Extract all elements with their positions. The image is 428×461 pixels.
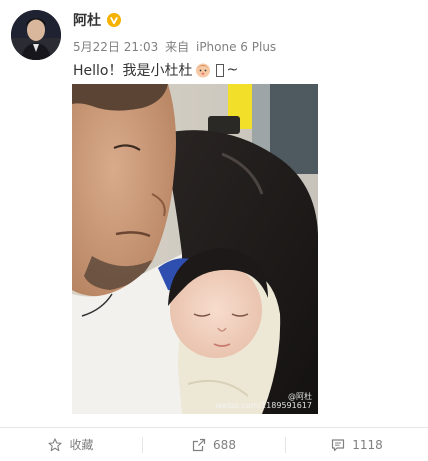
baby-emoji-icon xyxy=(195,63,210,78)
avatar-image xyxy=(11,10,61,60)
post-photo xyxy=(72,84,318,414)
watermark-line2: weibo.com/1189591617 xyxy=(215,401,312,410)
unrendered-glyph xyxy=(215,63,224,77)
comment-button[interactable]: 1118 xyxy=(286,428,428,461)
repost-count: 688 xyxy=(213,437,236,452)
star-icon xyxy=(48,437,63,451)
post-text: Hello！我是小杜杜 ~ xyxy=(73,60,238,80)
verified-badge-icon xyxy=(107,13,121,27)
comment-icon xyxy=(332,438,345,451)
post-timestamp[interactable]: 5月22日 21:03 xyxy=(73,40,158,54)
favorite-button[interactable]: 收藏 xyxy=(0,428,142,461)
action-bar: 收藏 688 1118 xyxy=(0,428,428,461)
avatar[interactable] xyxy=(11,10,61,60)
favorite-label: 收藏 xyxy=(69,438,94,452)
repost-button[interactable]: 688 xyxy=(143,428,285,461)
post-text-tail: ~ xyxy=(226,62,239,78)
comment-count: 1118 xyxy=(352,437,383,452)
watermark-line1: @阿杜 xyxy=(288,392,312,401)
username-text[interactable]: 阿杜 xyxy=(73,10,101,30)
post-image[interactable]: @阿杜 weibo.com/1189591617 xyxy=(72,84,318,414)
image-watermark: @阿杜 weibo.com/1189591617 xyxy=(215,392,312,410)
post-text-main: Hello！我是小杜杜 xyxy=(73,63,193,79)
repost-icon xyxy=(192,438,206,451)
source-device[interactable]: iPhone 6 Plus xyxy=(196,40,276,54)
post-meta: 5月22日 21:03 来自 iPhone 6 Plus xyxy=(73,38,279,55)
source-prefix: 来自 xyxy=(165,40,190,54)
post-author: 阿杜 xyxy=(73,10,121,30)
